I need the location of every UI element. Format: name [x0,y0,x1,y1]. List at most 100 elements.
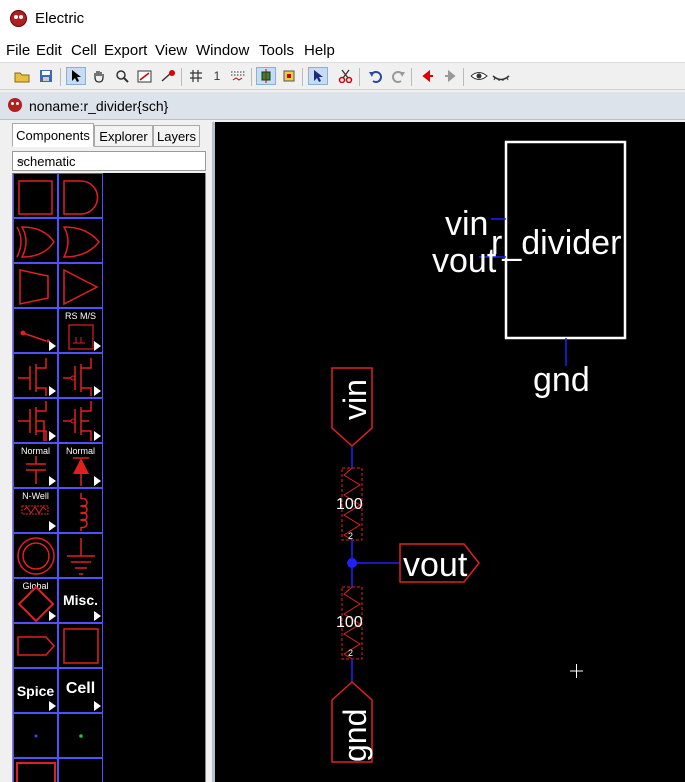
menu-file[interactable]: File [6,42,30,59]
ground-icon [67,538,95,575]
misc-label: Misc. [62,592,98,608]
crosshair-cursor-icon [570,664,583,678]
menu-cell[interactable]: Cell [71,42,97,59]
resistor-1-size: 2 [348,531,353,541]
palette-or-gate[interactable] [58,218,103,263]
menu-export[interactable]: Export [104,42,147,59]
select-objects-icon[interactable] [308,67,328,85]
unexpand-eye-icon[interactable] [491,67,511,85]
toolbar-separator [181,68,182,86]
palette-cell-instance[interactable] [58,623,103,668]
technology-select[interactable]: schematic ⌄ [12,151,206,171]
palette-ground[interactable] [58,533,103,578]
vin-pin-label: vin [337,379,373,420]
tab-layers[interactable]: Layers [153,125,200,147]
expand-arrow-icon [49,521,56,531]
palette-nmos[interactable] [13,353,58,398]
spice-label: Spice [16,683,55,699]
menu-view[interactable]: View [155,42,187,59]
expand-arrow-icon [94,431,101,441]
select-arrow-icon[interactable] [66,67,86,85]
toolbar: 1 [0,62,685,90]
toolbar-separator [463,68,464,86]
tab-explorer[interactable]: Explorer [94,125,153,147]
expand-arrow-icon [49,431,56,441]
expand-arrow-icon [49,341,56,351]
expand-eye-icon[interactable] [469,67,489,85]
side-panel: Components Explorer Layers schematic ⌄ R… [0,120,212,782]
palette-spice[interactable]: Spice [13,668,58,713]
resistor-1-value: 100 [336,496,363,513]
toolbar-separator [251,68,252,86]
go-back-icon[interactable] [418,67,438,85]
palette-pmos-4port[interactable] [58,398,103,443]
palette-mux[interactable] [13,263,58,308]
zoom-icon[interactable] [112,67,132,85]
chevron-down-icon: ⌄ [17,154,27,166]
palette-bus-arc[interactable] [58,758,103,782]
palette-xor-gate[interactable] [13,218,58,263]
expand-arrow-icon [94,701,101,711]
undo-icon[interactable] [366,67,386,85]
electric-app-icon [10,10,27,27]
power-circle-icon [17,537,55,575]
wire-arc-icon [16,762,56,782]
palette-capacitor[interactable]: Normal [13,443,58,488]
place-arc-icon[interactable] [279,67,299,85]
palette-offpage[interactable] [13,623,58,668]
palette-box-component[interactable] [13,173,58,218]
palette-wire-arc[interactable] [13,758,58,782]
menu-bar: File Edit Cell Export View Window Tools … [0,38,685,62]
schematic-drawing[interactable]: vin vout r_divider gnd vin 100 2 vout 10… [215,122,685,782]
arc-grid-icon[interactable] [228,67,248,85]
window-title: Electric [35,10,85,27]
units-value[interactable]: 1 [207,67,227,85]
open-folder-icon[interactable] [12,67,32,85]
component-palette: RS M/S Normal Normal N-Well Global Misc.… [12,173,206,782]
and-gate-icon [63,180,99,215]
palette-wire-pin[interactable] [13,713,58,758]
menu-tools[interactable]: Tools [259,42,294,59]
palette-bus-pin[interactable] [58,713,103,758]
palette-power[interactable] [13,533,58,578]
title-bar: Electric [0,0,685,38]
menu-edit[interactable]: Edit [36,42,62,59]
palette-pmos[interactable] [58,353,103,398]
palette-switch[interactable] [13,308,58,353]
grid-icon[interactable] [186,67,206,85]
palette-flipflop[interactable]: RS M/S [58,308,103,353]
palette-misc[interactable]: Misc. [58,578,103,623]
cut-scissors-icon[interactable] [336,67,356,85]
place-node-icon[interactable] [256,67,276,85]
toolbar-separator [60,68,61,86]
expand-arrow-icon [94,611,101,621]
palette-nmos-4port[interactable] [13,398,58,443]
pan-hand-icon[interactable] [89,67,109,85]
inductor-icon [79,493,88,531]
menu-window[interactable]: Window [196,42,249,59]
save-icon[interactable] [36,67,56,85]
expand-arrow-icon [94,476,101,486]
palette-diode[interactable]: Normal [58,443,103,488]
palette-buffer[interactable] [58,263,103,308]
instance-box-icon [63,628,99,664]
palette-cell[interactable]: Cell [58,668,103,713]
menu-help[interactable]: Help [304,42,335,59]
icon-name: r_divider [491,224,621,262]
document-title-bar: noname:r_divider{sch} [0,92,685,120]
palette-resistor[interactable]: N-Well [13,488,58,533]
buffer-icon [63,268,99,306]
palette-global[interactable]: Global [13,578,58,623]
palette-inductor[interactable] [58,488,103,533]
schematic-editor-canvas[interactable]: vin vout r_divider gnd vin 100 2 vout 10… [212,122,685,782]
tab-components[interactable]: Components [12,123,94,147]
measure-icon[interactable] [158,67,178,85]
redo-icon[interactable] [388,67,408,85]
expand-arrow-icon [49,701,56,711]
palette-and-gate[interactable] [58,173,103,218]
toolbar-separator [359,68,360,86]
resistor-2-size: 2 [348,648,353,658]
outline-edit-icon[interactable] [135,67,155,85]
electric-doc-icon [8,98,22,112]
go-forward-icon[interactable] [440,67,460,85]
